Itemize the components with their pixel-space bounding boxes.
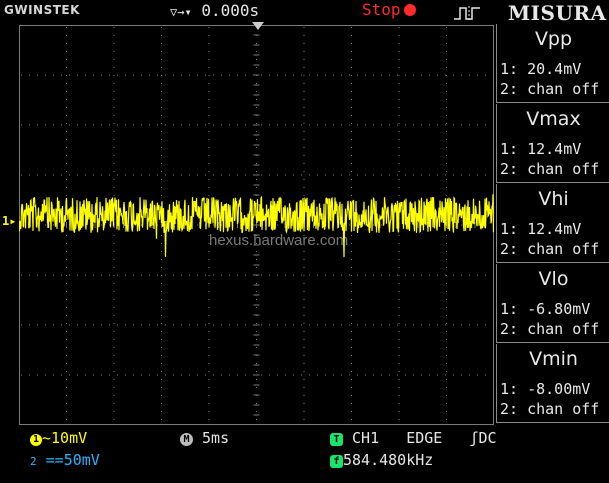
- measurement-vlo[interactable]: Vlo 1: -6.80mV 2: chan off: [496, 264, 609, 343]
- ch1-coupling: ~: [42, 429, 52, 447]
- time-per-div: 5ms: [202, 429, 230, 447]
- measurement-ch2-value: 2: chan off: [500, 240, 600, 258]
- ch1-volts-per-div: 10mV: [51, 429, 88, 447]
- measurement-ch1-value: 1: -6.80mV: [500, 300, 591, 318]
- measure-panel-title: MISURA: [508, 1, 607, 25]
- trigger-readout: T CH1 EDGE ʃDC: [330, 429, 497, 447]
- horizontal-position-value: 0.000s: [201, 1, 260, 20]
- trigger-delay-icon: ▽→▾: [170, 5, 192, 19]
- trigger-slope-coupling: ʃDC: [469, 429, 497, 447]
- timebase-readout: M 5ms: [180, 429, 229, 447]
- measurement-ch1-value: 1: -8.00mV: [500, 380, 591, 398]
- trigger-type: EDGE: [406, 429, 443, 447]
- ch2-coupling: ==: [45, 451, 64, 469]
- ch1-scale-readout: 1 ~10mV: [30, 429, 87, 447]
- measurement-vhi[interactable]: Vhi 1: 12.4mV 2: chan off: [496, 184, 609, 263]
- horizontal-position: ▽→▾ 0.000s: [170, 1, 259, 20]
- measurement-name: Vlo: [538, 268, 569, 290]
- watermark: hexus.hardware.com: [209, 232, 348, 249]
- measurement-ch2-value: 2: chan off: [500, 320, 600, 338]
- timebase-badge: M: [180, 433, 193, 446]
- run-state-label: Stop: [362, 0, 401, 19]
- measurement-vpp[interactable]: Vpp 1: 20.4mV 2: chan off: [496, 24, 609, 103]
- ch2-volts-per-div: 50mV: [63, 451, 100, 469]
- trigger-position-marker-icon: [252, 22, 264, 30]
- brand-logo: GWINSTEK: [4, 3, 80, 17]
- ch2-badge: 2: [30, 455, 37, 468]
- ch1-badge: 1: [30, 434, 42, 446]
- trigger-edge-icon: [454, 6, 480, 20]
- trigger-source: CH1: [352, 429, 380, 447]
- ch2-scale-readout: 2 ==50mV: [30, 451, 100, 469]
- measurement-ch1-value: 1: 20.4mV: [500, 60, 582, 78]
- ch1-ground-marker: 1▸: [2, 214, 17, 228]
- stop-indicator-icon: [403, 4, 416, 16]
- waveform-screen[interactable]: hexus.hardware.com: [19, 25, 494, 425]
- measurement-vmax[interactable]: Vmax 1: 12.4mV 2: chan off: [496, 104, 609, 183]
- measurement-ch2-value: 2: chan off: [500, 80, 600, 98]
- frequency-badge: f: [330, 455, 343, 468]
- measurement-ch2-value: 2: chan off: [500, 400, 600, 418]
- frequency-value: 584.480kHz: [343, 451, 434, 469]
- measurement-name: Vpp: [534, 28, 573, 50]
- measurement-name: Vmax: [526, 108, 581, 130]
- measurement-ch2-value: 2: chan off: [500, 160, 600, 178]
- measurement-name: Vmin: [529, 348, 578, 370]
- measurement-name: Vhi: [538, 188, 569, 210]
- measurement-ch1-value: 1: 12.4mV: [500, 140, 582, 158]
- oscilloscope-display: GWINSTEK ▽→▾ 0.000s Stop MISURA hexus.ha…: [0, 0, 609, 483]
- measurement-ch1-value: 1: 12.4mV: [500, 220, 582, 238]
- run-stop-status[interactable]: Stop: [362, 0, 416, 19]
- measurement-vmin[interactable]: Vmin 1: -8.00mV 2: chan off: [496, 344, 609, 423]
- trigger-badge: T: [330, 433, 343, 446]
- frequency-readout: f 584.480kHz: [330, 451, 433, 469]
